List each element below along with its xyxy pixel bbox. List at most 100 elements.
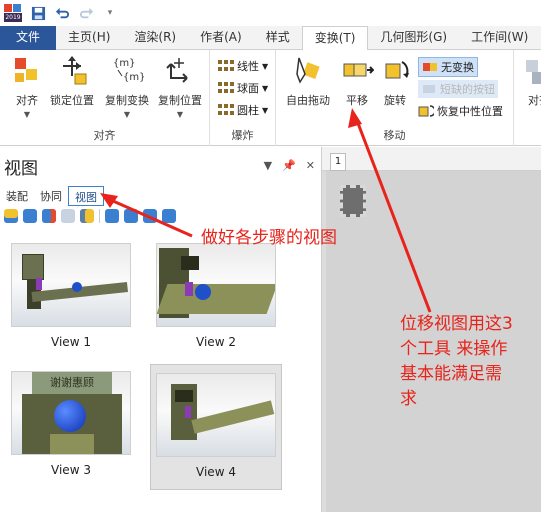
- linear-icon: [218, 60, 234, 72]
- tab-assembly[interactable]: 装配: [0, 186, 34, 206]
- redo-icon[interactable]: [77, 4, 95, 22]
- close-icon[interactable]: ✕: [306, 159, 315, 172]
- svg-text:{m}: {m}: [123, 72, 144, 83]
- free-drag-button[interactable]: 自由拖动: [286, 54, 330, 108]
- move-group: 自由拖动 平移 旋转 无变换 短缺的按钮 恢复中性位置 移动: [276, 50, 514, 146]
- view-2-image: [156, 243, 276, 327]
- app-badge: 2019: [4, 13, 22, 22]
- translate-button[interactable]: 平移: [340, 54, 374, 108]
- tab-workshop[interactable]: 工作间(W): [459, 26, 540, 50]
- annotation-note-translate: 位移视图用这3 个工具 来操作 基本能满足需 求: [400, 312, 513, 412]
- film-strip-icon: [340, 185, 366, 217]
- copy-transform-button[interactable]: {m} {m} 复制变换 ▼: [105, 54, 149, 119]
- copy-transform-icon: {m} {m}: [113, 58, 144, 83]
- view-1-caption: View 1: [51, 335, 91, 349]
- quick-access-toolbar: 2019 ▾: [0, 0, 541, 26]
- cylinder-button[interactable]: 圆柱 ▼: [218, 102, 268, 118]
- ribbon: 对齐 ▼ 锁定位置 {m} {m} 复制变换 ▼ 复制位置 ▼ 对齐 线性 ▼ 球面…: [0, 50, 541, 146]
- undo-icon[interactable]: [53, 4, 71, 22]
- panel-tabs: 装配 协同 视图: [0, 186, 322, 206]
- lock-position-button[interactable]: 锁定位置: [50, 54, 94, 108]
- copy-position-icon: [166, 58, 188, 83]
- align-overflow-button[interactable]: 对齐: [522, 54, 541, 108]
- pin-icon[interactable]: 📌: [282, 159, 296, 172]
- view-3-caption: View 3: [51, 463, 91, 477]
- translate-icon: [343, 63, 374, 77]
- chevron-down-icon: ▼: [23, 110, 31, 119]
- align-group-label: 对齐: [93, 129, 116, 142]
- tab-file[interactable]: 文件: [0, 26, 57, 50]
- rotate-icon: [385, 61, 409, 79]
- view-thumbnail-3[interactable]: 谢谢惠顾 View 3: [9, 371, 133, 491]
- sphere-button[interactable]: 球面 ▼: [218, 80, 268, 96]
- annotation-line-3: 基本能满足需: [400, 364, 502, 384]
- align-icon: [15, 58, 37, 82]
- document-tab-1[interactable]: 1: [330, 153, 346, 171]
- sync-view-icon[interactable]: [61, 209, 75, 223]
- document-tab-strip: 1: [322, 147, 541, 171]
- brush-icon[interactable]: [80, 209, 94, 223]
- sphere-icon: [218, 82, 234, 94]
- app-logo: 2019: [3, 3, 23, 23]
- save-icon[interactable]: [29, 4, 47, 22]
- tab-collaboration[interactable]: 协同: [34, 186, 68, 206]
- view-2-caption: View 2: [196, 335, 236, 349]
- explode-group: 线性 ▼ 球面 ▼ 圆柱 ▼ 爆炸: [210, 50, 276, 146]
- camera-side-icon[interactable]: [124, 209, 138, 223]
- update-view-icon[interactable]: [23, 209, 37, 223]
- copy-position-button[interactable]: 复制位置 ▼: [158, 54, 202, 119]
- align-group: 对齐 ▼ 锁定位置 {m} {m} 复制变换 ▼ 复制位置 ▼ 对齐: [0, 50, 210, 146]
- view-toolbar: [4, 209, 176, 223]
- ribbon-tab-bar: 文件 主页(H) 渲染(R) 作者(A) 样式 变换(T) 几何图形(G) 工作…: [0, 26, 541, 51]
- camera-back-icon[interactable]: [162, 209, 176, 223]
- panel-controls: ▼ 📌 ✕: [264, 159, 315, 172]
- view-3-sign-text: 谢谢惠顾: [32, 372, 112, 394]
- view-thumbnail-1[interactable]: View 1: [9, 243, 133, 363]
- views-panel: 视图 ▼ 📌 ✕ 装配 协同 视图 View 1 View 2 谢谢惠顾 Vie…: [0, 147, 322, 512]
- chevron-down-icon: ▼: [176, 110, 184, 119]
- align-overflow-icon: [526, 60, 541, 84]
- free-drag-icon: [296, 57, 320, 84]
- view-4-caption: View 4: [196, 465, 236, 479]
- disabled-option-button: 短缺的按钮: [418, 80, 498, 98]
- qat-customize-icon[interactable]: ▾: [101, 4, 119, 22]
- no-transform-button[interactable]: 无变换: [418, 57, 478, 77]
- move-group-label: 移动: [383, 129, 406, 142]
- align-button[interactable]: 对齐 ▼: [10, 54, 44, 119]
- lock-position-icon: [63, 56, 87, 85]
- cylinder-icon: [218, 104, 234, 116]
- annotation-line-4: 求: [400, 389, 417, 409]
- annotation-line-1: 位移视图用这3: [400, 314, 513, 334]
- camera-front-icon[interactable]: [143, 209, 157, 223]
- no-transform-icon: [423, 63, 437, 71]
- restore-neutral-button[interactable]: 恢复中性位置: [418, 103, 503, 119]
- tab-views[interactable]: 视图: [68, 186, 104, 206]
- view-3-image: 谢谢惠顾: [11, 371, 131, 455]
- divider: [99, 209, 100, 223]
- rotate-button[interactable]: 旋转: [378, 54, 412, 108]
- view-4-image: [156, 373, 276, 457]
- camera-up-icon[interactable]: [105, 209, 119, 223]
- explode-group-label: 爆炸: [231, 129, 254, 142]
- tab-author[interactable]: 作者(A): [188, 26, 254, 50]
- tab-render[interactable]: 渲染(R): [122, 26, 188, 50]
- tab-style[interactable]: 样式: [254, 26, 302, 50]
- overflow-group: 对齐: [514, 50, 541, 146]
- view-1-image: [11, 243, 131, 327]
- restore-neutral-icon: [418, 105, 434, 117]
- view-thumbnail-4[interactable]: View 4: [150, 364, 282, 490]
- panel-menu-icon[interactable]: ▼: [264, 159, 272, 172]
- svg-text:{m}: {m}: [113, 58, 135, 69]
- new-view-icon[interactable]: [4, 209, 18, 223]
- tab-transform[interactable]: 变换(T): [301, 26, 369, 51]
- annotation-note-views: 做好各步骤的视图: [201, 228, 337, 248]
- panel-title: 视图: [4, 159, 38, 179]
- tab-home[interactable]: 主页(H): [56, 26, 122, 50]
- tab-geometry[interactable]: 几何图形(G): [368, 26, 459, 50]
- annotation-line-2: 个工具 来操作: [400, 339, 508, 359]
- linear-button[interactable]: 线性 ▼: [218, 58, 268, 74]
- view-thumbnail-2[interactable]: View 2: [154, 243, 278, 363]
- chevron-down-icon: ▼: [123, 110, 131, 119]
- placeholder-icon: [423, 85, 435, 93]
- view-camera-icon[interactable]: [42, 209, 56, 223]
